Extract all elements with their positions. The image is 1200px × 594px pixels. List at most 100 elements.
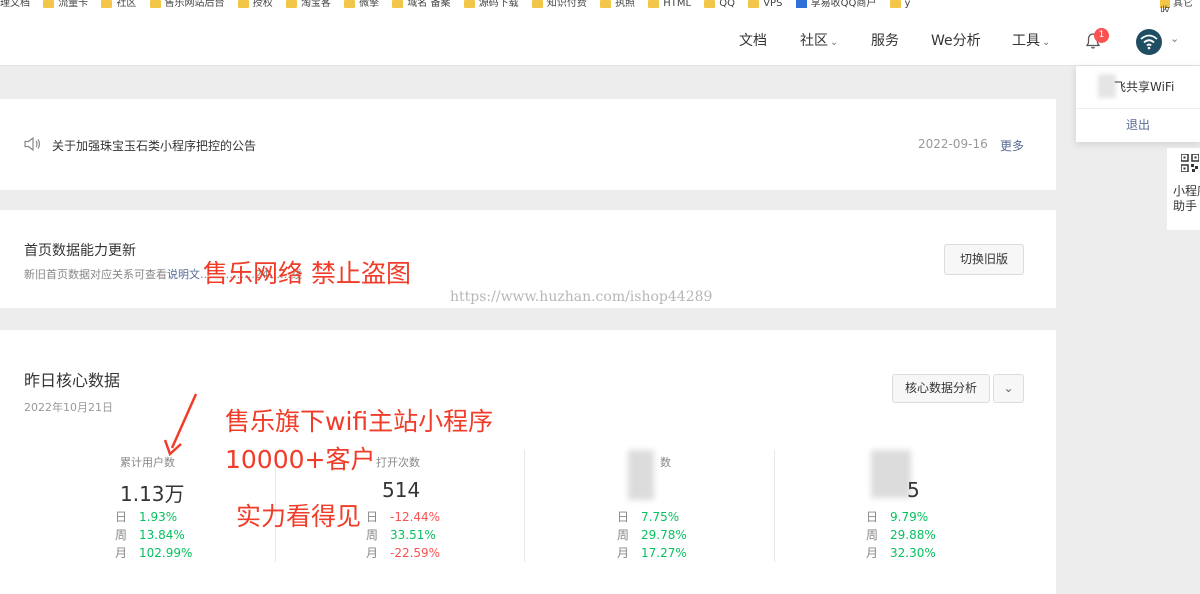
row-key: 日 xyxy=(366,510,379,524)
bookmark-label: 域名 备案 xyxy=(407,0,451,9)
row-value: -22.59% xyxy=(390,546,441,560)
row-value: 13.84% xyxy=(139,528,185,542)
bookmark-folder[interactable]: 授权 xyxy=(237,0,273,9)
metric-row: 月 -22.59% xyxy=(366,544,440,561)
core-analysis-button[interactable]: 核心数据分析 xyxy=(892,374,990,403)
update-title: 首页数据能力更新 xyxy=(24,243,136,259)
notification-badge: 1 xyxy=(1094,28,1109,43)
row-value: -12.44% xyxy=(390,510,441,524)
bookmark-label: 淘宝客 xyxy=(300,0,331,9)
row-value: 32.30% xyxy=(890,546,936,560)
bookmark-app[interactable]: 享易收QQ商户 xyxy=(795,0,877,9)
bookmark-folder[interactable]: QQ xyxy=(704,0,735,9)
blurred-region xyxy=(871,450,911,498)
folder-icon xyxy=(43,0,55,8)
bookmark-folder[interactable]: VPS xyxy=(748,0,783,9)
bookmark-folder[interactable]: 社区 xyxy=(101,0,137,9)
bookmark-folder[interactable]: 微擎 xyxy=(344,0,379,9)
bookmark-folder[interactable]: 淘宝客 xyxy=(285,0,331,9)
nav-service[interactable]: 服务 xyxy=(871,12,899,66)
bookmark-folder[interactable]: y xyxy=(889,0,911,9)
bookmark-item[interactable]: 理文档 xyxy=(0,0,30,9)
notice-card: 关于加强珠宝玉石类小程序把控的公告 2022-09-16 更多 xyxy=(0,99,1056,190)
logout-link[interactable]: 退出 xyxy=(1076,116,1200,133)
bookmark-label: 执照 xyxy=(615,0,636,9)
chevron-down-icon[interactable]: ⌄ xyxy=(1170,32,1179,45)
row-value: 9.79% xyxy=(890,510,929,524)
update-doc-link[interactable]: 说明文 xyxy=(167,268,200,281)
metric-value: 1.13万 xyxy=(120,482,185,506)
core-data-title: 昨日核心数据 xyxy=(24,371,121,390)
bookmarks-bar: 理文档 流量卡 社区 售乐网站后台 授权 淘宝客 微擎 域名 备案 源码下载 知… xyxy=(0,0,1200,12)
row-key: 月 xyxy=(115,546,128,560)
bookmark-folder[interactable]: 源码下载 xyxy=(463,0,519,9)
metric-row: 月 102.99% xyxy=(115,544,192,561)
avatar[interactable] xyxy=(1136,29,1162,55)
row-key: 日 xyxy=(115,510,128,524)
bookmark-label: y xyxy=(904,0,911,9)
metric-value: 5 xyxy=(907,478,920,502)
folder-icon xyxy=(237,0,249,8)
notice-title[interactable]: 关于加强珠宝玉石类小程序把控的公告 xyxy=(52,137,256,154)
row-key: 周 xyxy=(866,528,879,542)
bookmark-label: 源码下载 xyxy=(478,0,519,9)
bookmark-label: 流量卡 xyxy=(58,0,89,9)
row-key: 月 xyxy=(617,546,630,560)
nav-docs[interactable]: 文档 xyxy=(739,12,767,66)
nav-community-label: 社区 xyxy=(800,33,828,49)
chevron-down-icon: ⌄ xyxy=(830,37,839,48)
nav-community[interactable]: 社区 ⌄ xyxy=(800,12,838,66)
notice-more-link[interactable]: 更多 xyxy=(1000,137,1024,154)
folder-icon xyxy=(149,0,161,8)
switch-old-version-button[interactable]: 切换旧版 xyxy=(944,244,1024,275)
account-name: 飞共享WiFi xyxy=(1114,80,1175,94)
bookmark-label: 社区 xyxy=(116,0,137,9)
chevron-down-icon[interactable]: ⌄ xyxy=(993,374,1024,403)
bookmark-label: 理文档 xyxy=(0,0,30,9)
folder-icon xyxy=(463,0,475,8)
notice-date: 2022-09-16 xyxy=(918,137,988,151)
bookmark-label: 授权 xyxy=(252,0,273,9)
bookmark-label: 享易收QQ商户 xyxy=(810,0,877,9)
bookmark-label: 售乐网站后台 xyxy=(164,0,225,9)
mini-program-assistant-panel[interactable]: 小程序助手 xyxy=(1167,148,1200,230)
folder-icon xyxy=(285,0,297,8)
core-data-date: 2022年10月21日 xyxy=(24,401,113,414)
metric-row: 日 1.93% xyxy=(115,508,177,525)
divider xyxy=(774,450,775,562)
bookmark-folder[interactable]: 流量卡 xyxy=(43,0,89,9)
metric-row: 日 7.75% xyxy=(617,508,679,525)
nav-we-analysis[interactable]: We分析 xyxy=(931,12,981,66)
divider xyxy=(1076,108,1200,109)
bookmark-folder[interactable]: 知识付费 xyxy=(531,0,587,9)
bookmark-label: HTML xyxy=(663,0,692,9)
folder-icon xyxy=(600,0,612,8)
row-key: 月 xyxy=(866,546,879,560)
qr-code-icon xyxy=(1181,154,1199,172)
bookmark-folder[interactable]: 域名 备案 xyxy=(392,0,451,9)
metric-blurred-4[interactable]: 5 日 9.79% 周 29.88% 月 32.30% xyxy=(863,450,1013,565)
url-watermark: https://www.huzhan.com/ishop44289 xyxy=(450,289,713,305)
row-value: 29.78% xyxy=(641,528,687,542)
nav-tools[interactable]: 工具 ⌄ xyxy=(1012,12,1050,66)
brand-watermark: 售乐网络 禁止盗图 xyxy=(203,259,411,288)
bookmark-folder[interactable]: HTML xyxy=(648,0,692,9)
metric-row: 周 29.78% xyxy=(617,526,687,543)
folder-icon xyxy=(531,0,543,8)
metric-row: 日 -12.44% xyxy=(366,508,440,525)
bookmark-folder[interactable]: 售乐网站后台 xyxy=(149,0,225,9)
speaker-icon xyxy=(24,137,41,151)
metric-open-count[interactable]: 打开次数 514 日 -12.44% 周 33.51% 月 -22.59% xyxy=(363,450,513,565)
nav-tools-label: 工具 xyxy=(1012,33,1040,49)
bookmark-label: VPS xyxy=(763,0,783,9)
folder-icon xyxy=(648,0,660,8)
metric-row: 周 33.51% xyxy=(366,526,436,543)
chevron-down-icon: ⌄ xyxy=(1042,37,1051,48)
row-key: 日 xyxy=(617,510,630,524)
row-value: 17.27% xyxy=(641,546,687,560)
metric-row: 日 9.79% xyxy=(866,508,928,525)
metric-blurred-3[interactable]: 数 日 7.75% 周 29.78% 月 17.27% xyxy=(614,450,764,565)
update-desc-prefix: 新旧首页数据对应关系可查看 xyxy=(24,268,167,281)
bookmark-folder[interactable]: 执照 xyxy=(600,0,636,9)
metric-row: 月 17.27% xyxy=(617,544,687,561)
